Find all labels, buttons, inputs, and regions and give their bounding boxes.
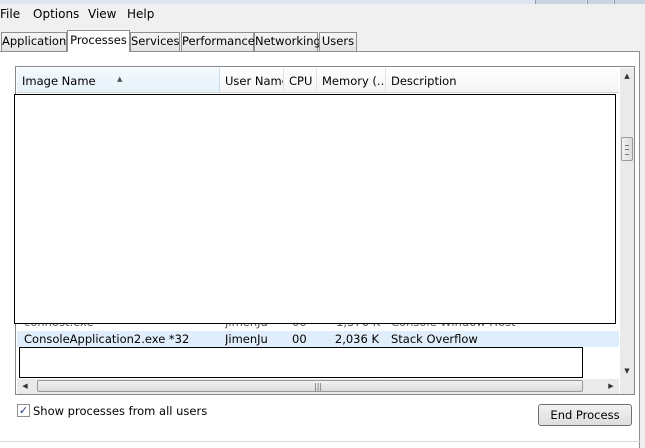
redaction-box [14,94,616,324]
vertical-scroll-thumb[interactable] [621,137,633,161]
menu-bar: File Options View Help [0,4,645,24]
horizontal-scroll-thumb[interactable]: ||| [37,380,583,392]
scroll-up-icon[interactable]: ▲ [620,68,634,84]
horizontal-scrollbar[interactable]: ◀ ||| ▶ [17,379,619,394]
column-user-name[interactable]: User Name [220,68,284,92]
column-cpu-label: CPU [289,74,313,88]
column-description-label: Description [391,74,457,88]
redaction-box [19,347,583,378]
scroll-right-icon[interactable]: ▶ [603,379,619,394]
row-cpu: 00 [292,332,307,346]
menu-help[interactable]: Help [127,7,154,21]
column-user-name-label: User Name [225,74,284,88]
row-memory: 2,036 K [334,332,379,346]
menu-view[interactable]: View [88,7,116,21]
row-description: Stack Overflow [391,332,478,346]
menu-file[interactable]: File [0,7,20,21]
tab-applications[interactable]: Applications [1,32,72,51]
scroll-left-icon[interactable]: ◀ [17,379,33,394]
divider [0,441,640,442]
column-memory-label: Memory (... [322,74,386,88]
tab-networking[interactable]: Networking [254,32,321,51]
column-cpu[interactable]: CPU [284,68,317,92]
column-image-name[interactable]: ▲ Image Name [17,68,220,92]
tab-performance[interactable]: Performance [181,32,255,51]
row-user-name: JimenJu [225,332,268,346]
vertical-scrollbar[interactable]: ▲ ▼ [620,68,634,379]
menu-options[interactable]: Options [33,7,79,21]
grip-icon [625,145,629,155]
grip-icon: ||| [314,382,323,391]
tab-strip: Applications Processes Services Performa… [0,30,645,52]
end-process-button[interactable]: End Process [538,404,632,426]
tab-services[interactable]: Services [130,32,180,51]
scrollbar-corner [620,379,634,394]
column-image-name-label: Image Name [22,74,96,88]
column-memory[interactable]: Memory (... [317,68,386,92]
column-header: ▲ Image Name User Name CPU Memory (... D… [17,68,619,93]
row-image-name: ConsoleApplication2.exe *32 [24,332,190,346]
tab-processes[interactable]: Processes [67,30,130,52]
show-all-processes-label[interactable]: Show processes from all users [33,404,207,418]
scroll-down-icon[interactable]: ▼ [620,363,634,379]
checkbox-check-icon[interactable]: ✓ [17,404,30,417]
table-row-selected[interactable]: ConsoleApplication2.exe *32 JimenJu 00 2… [17,331,619,347]
tab-users[interactable]: Users [319,32,357,51]
column-description[interactable]: Description [386,68,619,92]
sort-ascending-icon: ▲ [117,75,123,83]
